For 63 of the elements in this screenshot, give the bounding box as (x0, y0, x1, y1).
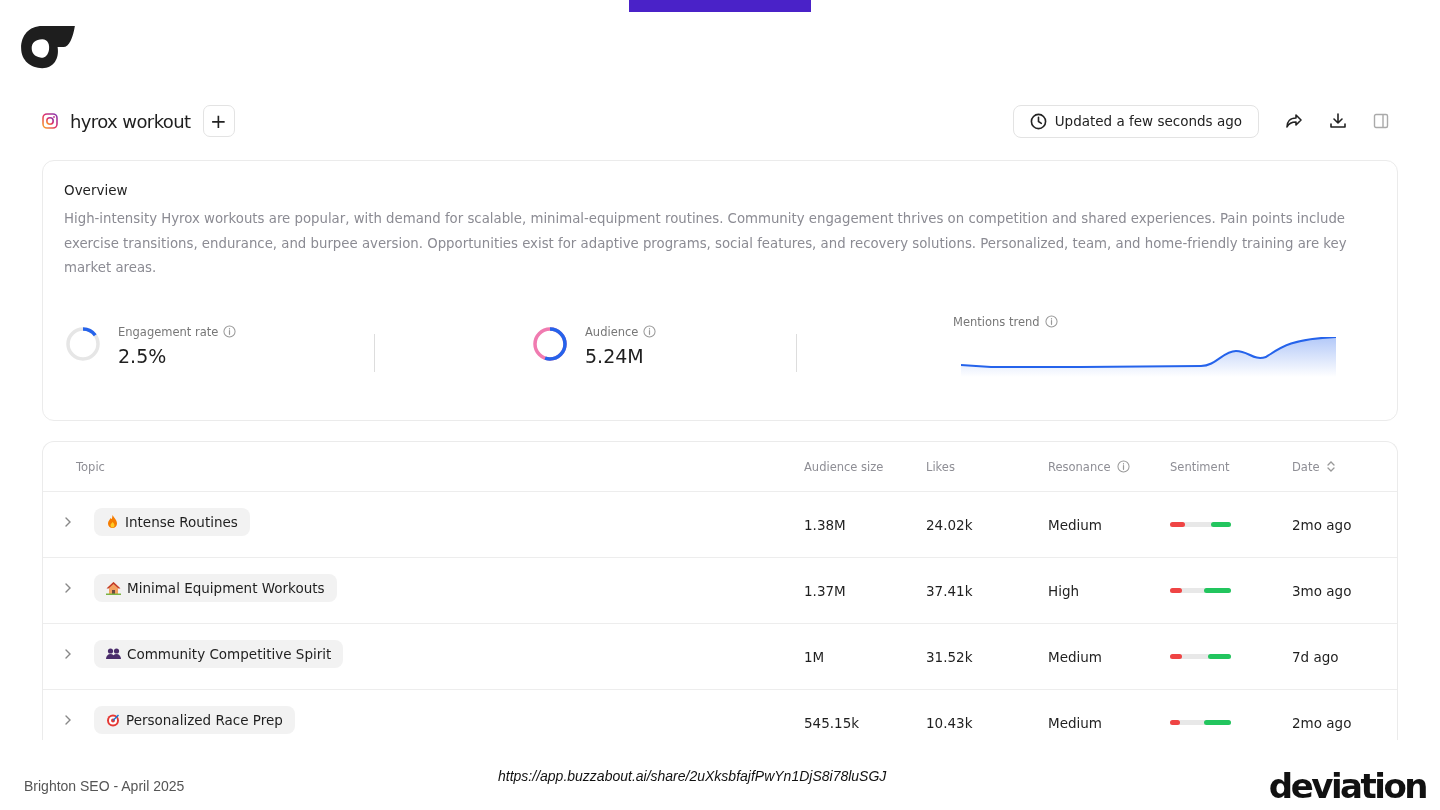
updated-button[interactable]: Updated a few seconds ago (1012, 104, 1259, 138)
share-link[interactable]: https://app.buzzabout.ai/share/2uXksbfajfPwYn1DjS8i78luSGJ (498, 768, 887, 784)
topic-chip[interactable]: Community Competitive Spirit (94, 639, 344, 668)
metric-label: Engagement rate (118, 324, 219, 339)
table-cell-text: 1.38M (804, 516, 847, 533)
metric-value: 2.5% (118, 344, 168, 367)
target-icon (106, 712, 120, 727)
table-cell-text: 2mo ago (1292, 516, 1353, 533)
expand-chevron-icon[interactable] (64, 581, 72, 594)
metric-value: 5.24M (585, 344, 645, 367)
metric-label: Mentions trend (953, 314, 1040, 329)
table-cell-text: Medium (1048, 648, 1103, 665)
column-header: Audience size (804, 459, 884, 474)
table-cell-text: 2mo ago (1292, 714, 1353, 731)
info-icon[interactable] (1044, 315, 1058, 328)
info-icon[interactable] (643, 325, 657, 338)
table-cell-text: 545.15k (804, 714, 861, 731)
flame-icon (106, 514, 119, 529)
split-ring (531, 324, 569, 363)
table-cell-text: 24.02k (926, 516, 974, 533)
table-cell-text: 1M (804, 648, 826, 665)
column-header: Sentiment (1170, 459, 1230, 474)
sidebar-toggle-icon[interactable] (1373, 113, 1389, 129)
download-icon[interactable] (1329, 112, 1347, 130)
sentiment-bar (1170, 720, 1231, 725)
table-cell-text: 3mo ago (1292, 582, 1353, 599)
overview-title: Overview (64, 182, 129, 198)
column-header: Topic (76, 459, 105, 474)
table-cell-text: Medium (1048, 714, 1103, 731)
table-cell-text: 7d ago (1292, 648, 1340, 665)
metric-label: Audience (585, 324, 639, 339)
page-title: hyrox workout (70, 110, 191, 132)
table-cell-text: 31.52k (926, 648, 974, 665)
sort-icon[interactable] (1325, 460, 1336, 473)
sentiment-bar (1170, 654, 1231, 659)
share-icon[interactable] (1285, 112, 1303, 130)
table-cell-text: 37.41k (926, 582, 974, 599)
topic-chip[interactable]: Minimal Equipment Workouts (94, 573, 337, 602)
table-cell-text: 1.37M (804, 582, 847, 599)
clock-icon (1029, 112, 1047, 130)
table-cell-text: 10.43k (926, 714, 974, 731)
add-button[interactable]: + (202, 105, 235, 137)
people-icon (106, 647, 121, 660)
topic-chip[interactable]: Intense Routines (94, 507, 250, 536)
footer-event: Brighton SEO - April 2025 (24, 778, 185, 794)
progress-ring (64, 324, 102, 363)
table-cell-text: Medium (1048, 516, 1103, 533)
table-cell-text: High (1048, 582, 1081, 599)
brand-logo: deviation (1268, 766, 1426, 806)
column-header: Resonance (1048, 459, 1111, 474)
info-icon[interactable] (223, 325, 237, 338)
topic-chip[interactable]: Personalized Race Prep (94, 705, 295, 734)
instagram-icon (42, 113, 58, 129)
overview-summary: High-intensity Hyrox workouts are popular, with demand for scalable, minimal-equipment routines. Community engagement thrives on competition and shared experiences. Pain points include exercise transitions, endurance, and burpee aversion. Opportunities exist for adaptive programs, social features, and recovery solutions. Personalized, team, and home-friendly training are key market areas. (64, 210, 1348, 277)
sentiment-bar (1170, 522, 1231, 527)
column-header: Likes (926, 459, 955, 474)
info-icon[interactable] (1116, 460, 1130, 473)
expand-chevron-icon[interactable] (64, 647, 72, 660)
expand-chevron-icon[interactable] (64, 515, 72, 528)
column-header: Date (1292, 459, 1320, 474)
sentiment-bar (1170, 588, 1231, 593)
house-icon (106, 580, 121, 595)
expand-chevron-icon[interactable] (64, 713, 72, 726)
